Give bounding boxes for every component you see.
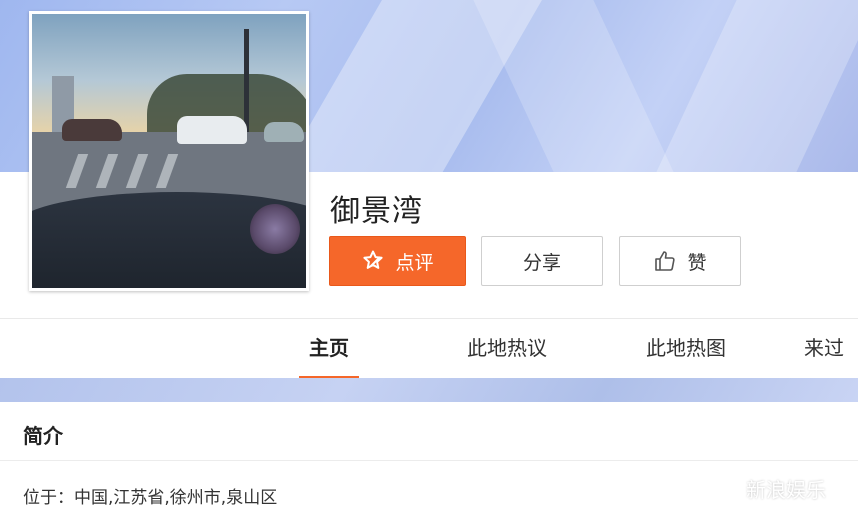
like-label: 赞 (687, 251, 707, 274)
poi-title: 御景湾 (330, 194, 423, 229)
share-label: 分享 (522, 251, 561, 274)
divider (0, 460, 858, 461)
thumbs-up-icon (655, 251, 676, 271)
review-label: 点评 (395, 251, 434, 274)
like-button[interactable]: 赞 (619, 236, 741, 286)
tab-hot-discussion[interactable]: 此地热议 (467, 319, 547, 379)
review-button[interactable]: 点评 (329, 236, 466, 286)
star-pen-icon (363, 250, 384, 269)
tab-label: 主页 (309, 336, 349, 360)
section-divider-strip (0, 378, 858, 402)
location-text: 位于：中国,江苏省,徐州市,泉山区 (23, 488, 278, 508)
tab-home[interactable]: 主页 (299, 319, 359, 379)
wechat-icon (707, 477, 737, 498)
intro-title: 简介 (23, 424, 63, 448)
share-button[interactable]: 分享 (481, 236, 603, 286)
tab-label: 此地热图 (646, 336, 726, 360)
tab-label: 此地热议 (467, 336, 547, 360)
watermark-text: 新浪娱乐 (746, 477, 826, 502)
intro-section: 简介 位于：中国,江苏省,徐州市,泉山区 (0, 402, 858, 525)
tab-bar: 主页 此地热议 此地热图 来过此 (0, 318, 858, 418)
tab-visited[interactable]: 来过此 (804, 319, 858, 418)
poi-photo[interactable] (29, 11, 309, 291)
tab-hot-photos[interactable]: 此地热图 (646, 319, 726, 379)
watermark: 新浪娱乐 (706, 473, 826, 503)
